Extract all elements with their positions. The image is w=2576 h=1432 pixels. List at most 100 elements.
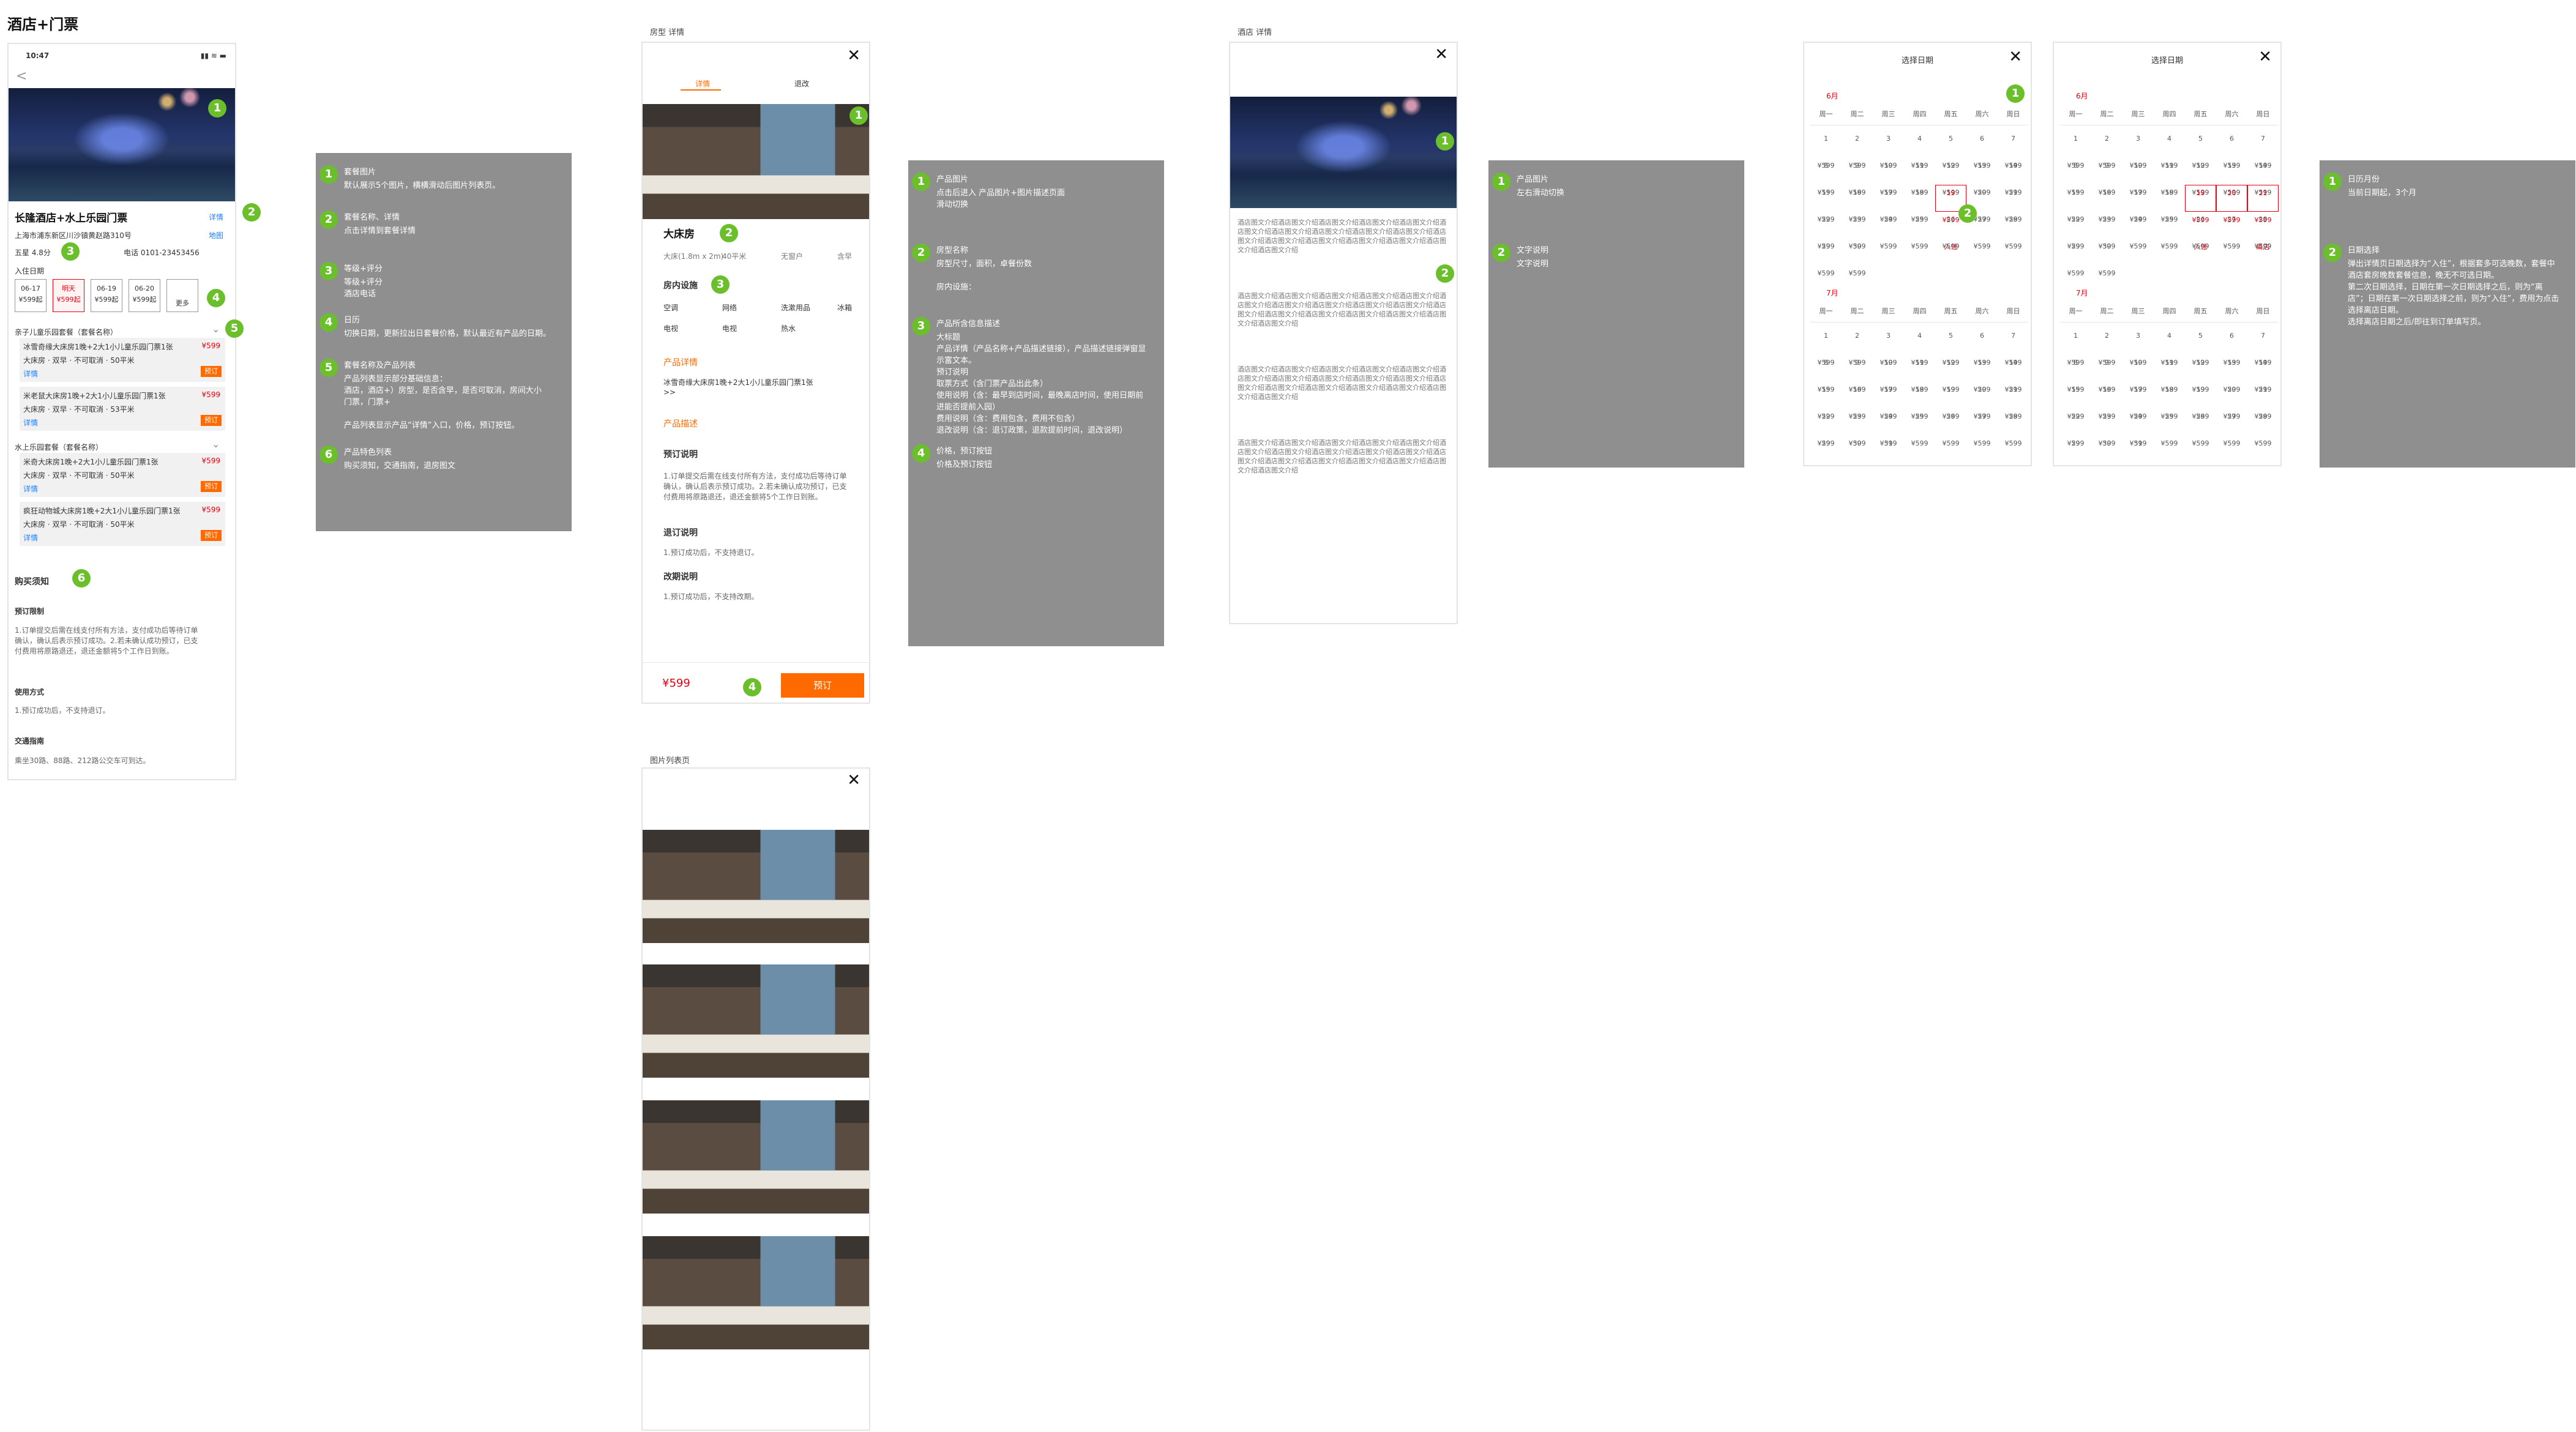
product-detail-text[interactable]: 冰雪奇缘大床房1晚+2大1小儿童乐园门票1张 xyxy=(663,377,813,387)
calendar-day[interactable]: 26 ¥599 xyxy=(2185,212,2216,250)
calendar-day[interactable]: 3 ¥599 xyxy=(1873,131,1904,170)
calendar-day[interactable]: 6 ¥599 xyxy=(2216,131,2247,170)
room-card[interactable]: 冰雪奇缘大床房1晚+2大1小儿童乐园门票1张 大床房 · 双早 · 不可取消 ·… xyxy=(20,338,225,382)
calendar-day[interactable]: 25 ¥599 xyxy=(1904,409,1935,447)
calendar-day[interactable]: 8 ¥599 xyxy=(2060,158,2091,196)
close-icon[interactable]: ✕ xyxy=(1435,45,1448,64)
calendar-day[interactable]: 24 ¥599 xyxy=(2122,212,2154,250)
product-detail-more[interactable]: >> xyxy=(663,388,676,397)
calendar-day[interactable]: 22 ¥599 xyxy=(1810,409,1842,447)
calendar-day[interactable]: 1 ¥599 xyxy=(1810,328,1842,367)
calendar-day[interactable]: 11 ¥599 xyxy=(1904,158,1935,196)
date-chip[interactable]: 06-20 ¥599起 xyxy=(129,279,160,312)
calendar-day[interactable]: 4 ¥599 xyxy=(1904,131,1935,170)
calendar-day[interactable]: 9 ¥599 xyxy=(2091,158,2122,196)
calendar-day[interactable]: 28 ¥599 xyxy=(2247,212,2279,250)
calendar-day[interactable]: 9 ¥599 xyxy=(2091,355,2122,393)
calendar-day[interactable]: 10 ¥599 xyxy=(1873,355,1904,393)
calendar-day[interactable]: 2 ¥599 xyxy=(2091,131,2122,170)
calendar-day[interactable]: 3 ¥599 xyxy=(2122,328,2154,367)
calendar-day[interactable]: 13 ¥599 xyxy=(1966,158,1998,196)
calendar-day[interactable]: 20 ¥599 xyxy=(1966,382,1998,420)
calendar-day[interactable]: 9 ¥599 xyxy=(1842,355,1873,393)
calendar-day[interactable]: 18 ¥599 xyxy=(1904,185,1935,223)
calendar-day[interactable]: 5 ¥599 xyxy=(2185,328,2216,367)
calendar-day[interactable]: 17 ¥599 xyxy=(2122,382,2154,420)
calendar-day[interactable]: 13 ¥599 xyxy=(1966,355,1998,393)
calendar-day[interactable]: 23 ¥599 xyxy=(1842,409,1873,447)
room-detail-link[interactable]: 详情 xyxy=(23,483,38,494)
calendar-day[interactable]: 15 ¥599 xyxy=(1810,382,1842,420)
calendar-day[interactable]: 14 ¥599 xyxy=(1998,355,2029,393)
calendar-day[interactable]: 15 ¥599 xyxy=(2060,382,2091,420)
calendar-day-checkout[interactable]: 21 ¥599 离店 xyxy=(2247,185,2279,251)
book-button[interactable]: 预订 xyxy=(781,673,864,698)
calendar-day[interactable]: 5 ¥599 xyxy=(2185,131,2216,170)
room-photo[interactable] xyxy=(643,104,869,219)
room-photo[interactable] xyxy=(643,964,869,1078)
calendar-day[interactable]: 14 ¥599 xyxy=(1998,158,2029,196)
calendar-day[interactable]: 21 ¥599 xyxy=(1998,382,2029,420)
calendar-day[interactable]: 22 ¥599 xyxy=(1810,212,1842,250)
calendar-day[interactable]: 23 ¥599 xyxy=(2091,212,2122,250)
calendar-day[interactable]: 24 ¥599 xyxy=(1873,409,1904,447)
calendar-day[interactable]: 21 ¥599 xyxy=(2247,382,2279,420)
calendar-day[interactable]: 16 ¥599 xyxy=(1842,382,1873,420)
room-card[interactable]: 米老鼠大床房1晚+2大1小儿童乐园门票1张 大床房 · 双早 · 不可取消 · … xyxy=(20,387,225,431)
calendar-day[interactable]: 31 ¥599 xyxy=(1873,436,1904,463)
calendar-day[interactable]: 24 ¥599 xyxy=(2122,409,2154,447)
close-icon[interactable]: ✕ xyxy=(2258,48,2272,66)
date-chip[interactable]: 06-19 ¥599起 xyxy=(91,279,122,312)
calendar-day[interactable]: 3 ¥599 xyxy=(2122,131,2154,170)
room-detail-link[interactable]: 详情 xyxy=(23,532,38,543)
calendar-day[interactable]: 15 ¥599 xyxy=(2060,185,2091,223)
calendar-day[interactable]: 4 ¥599 xyxy=(2154,328,2185,367)
calendar-day[interactable]: 12 ¥599 xyxy=(1935,158,1966,196)
close-icon[interactable]: ✕ xyxy=(847,771,861,789)
calendar-day[interactable]: 29¥599 xyxy=(1810,239,1842,277)
calendar-day[interactable]: 23 ¥599 xyxy=(2091,409,2122,447)
date-chip-selected[interactable]: 明天 ¥599起 xyxy=(53,279,84,312)
calendar-day[interactable]: 29¥599 xyxy=(2060,239,2091,277)
calendar-day[interactable]: 20 ¥599 xyxy=(2216,382,2247,420)
calendar-day[interactable]: 30 ¥599 xyxy=(2091,239,2122,277)
calendar-day[interactable]: 2 ¥599 xyxy=(1842,328,1873,367)
calendar-day[interactable]: 8 ¥599 xyxy=(2060,355,2091,393)
hotel-phone[interactable]: 电话 0101-23453456 xyxy=(124,247,200,258)
calendar-day[interactable]: 27 ¥599 xyxy=(2216,409,2247,447)
calendar-day[interactable]: 11 ¥599 xyxy=(2154,355,2185,393)
close-icon[interactable]: ✕ xyxy=(2009,48,2022,66)
calendar-day[interactable]: 7 ¥599 xyxy=(2247,328,2279,367)
calendar-day[interactable]: 21 ¥599 xyxy=(1998,185,2029,223)
calendar-day[interactable]: 18 ¥599 xyxy=(1904,382,1935,420)
calendar-day[interactable]: 5 ¥599 xyxy=(1935,131,1966,170)
calendar-day[interactable]: 11 ¥599 xyxy=(2154,158,2185,196)
calendar-day[interactable]: 12 ¥599 xyxy=(2185,355,2216,393)
calendar-day[interactable]: 11 ¥599 xyxy=(1904,355,1935,393)
calendar-day[interactable]: 25 ¥599 xyxy=(2154,409,2185,447)
calendar-day[interactable]: 19 ¥599 xyxy=(1935,382,1966,420)
room-photo[interactable] xyxy=(643,1236,869,1349)
calendar-day[interactable]: 31 ¥599 xyxy=(2122,436,2154,463)
tab-refund[interactable]: 退改 xyxy=(794,78,809,89)
calendar-day[interactable]: 10 ¥599 xyxy=(2122,158,2154,196)
room-card[interactable]: 米奇大床房1晚+2大1小儿童乐园门票1张 大床房 · 双早 · 不可取消 · 5… xyxy=(20,453,225,497)
calendar-day[interactable]: 16 ¥599 xyxy=(2091,185,2122,223)
calendar-day[interactable]: 13 ¥599 xyxy=(2216,158,2247,196)
calendar-day[interactable]: 14 ¥599 xyxy=(2247,355,2279,393)
calendar-day[interactable]: 2 ¥599 xyxy=(1842,131,1873,170)
book-button[interactable]: 预订 xyxy=(201,415,222,426)
calendar-day[interactable]: 26 ¥599 xyxy=(1935,409,1966,447)
calendar-day[interactable]: 3 ¥599 xyxy=(1873,328,1904,367)
calendar-day[interactable]: 8 ¥599 xyxy=(1810,158,1842,196)
calendar-day-checkin[interactable]: 19 ¥599 入住 xyxy=(2185,185,2216,251)
calendar-day[interactable]: 28 ¥599 xyxy=(1998,212,2029,250)
calendar-day[interactable]: 2 ¥599 xyxy=(2091,328,2122,367)
calendar-day[interactable]: 10 ¥599 xyxy=(1873,158,1904,196)
calendar-day[interactable]: 24 ¥599 xyxy=(1873,212,1904,250)
calendar-day[interactable]: 1 ¥599 xyxy=(1810,131,1842,170)
room-detail-link[interactable]: 详情 xyxy=(23,417,38,428)
calendar-day[interactable]: 27 ¥599 xyxy=(1966,409,1998,447)
calendar-day[interactable]: 27 ¥599 xyxy=(2216,212,2247,250)
calendar-day[interactable]: 30 ¥599 xyxy=(2091,436,2122,463)
